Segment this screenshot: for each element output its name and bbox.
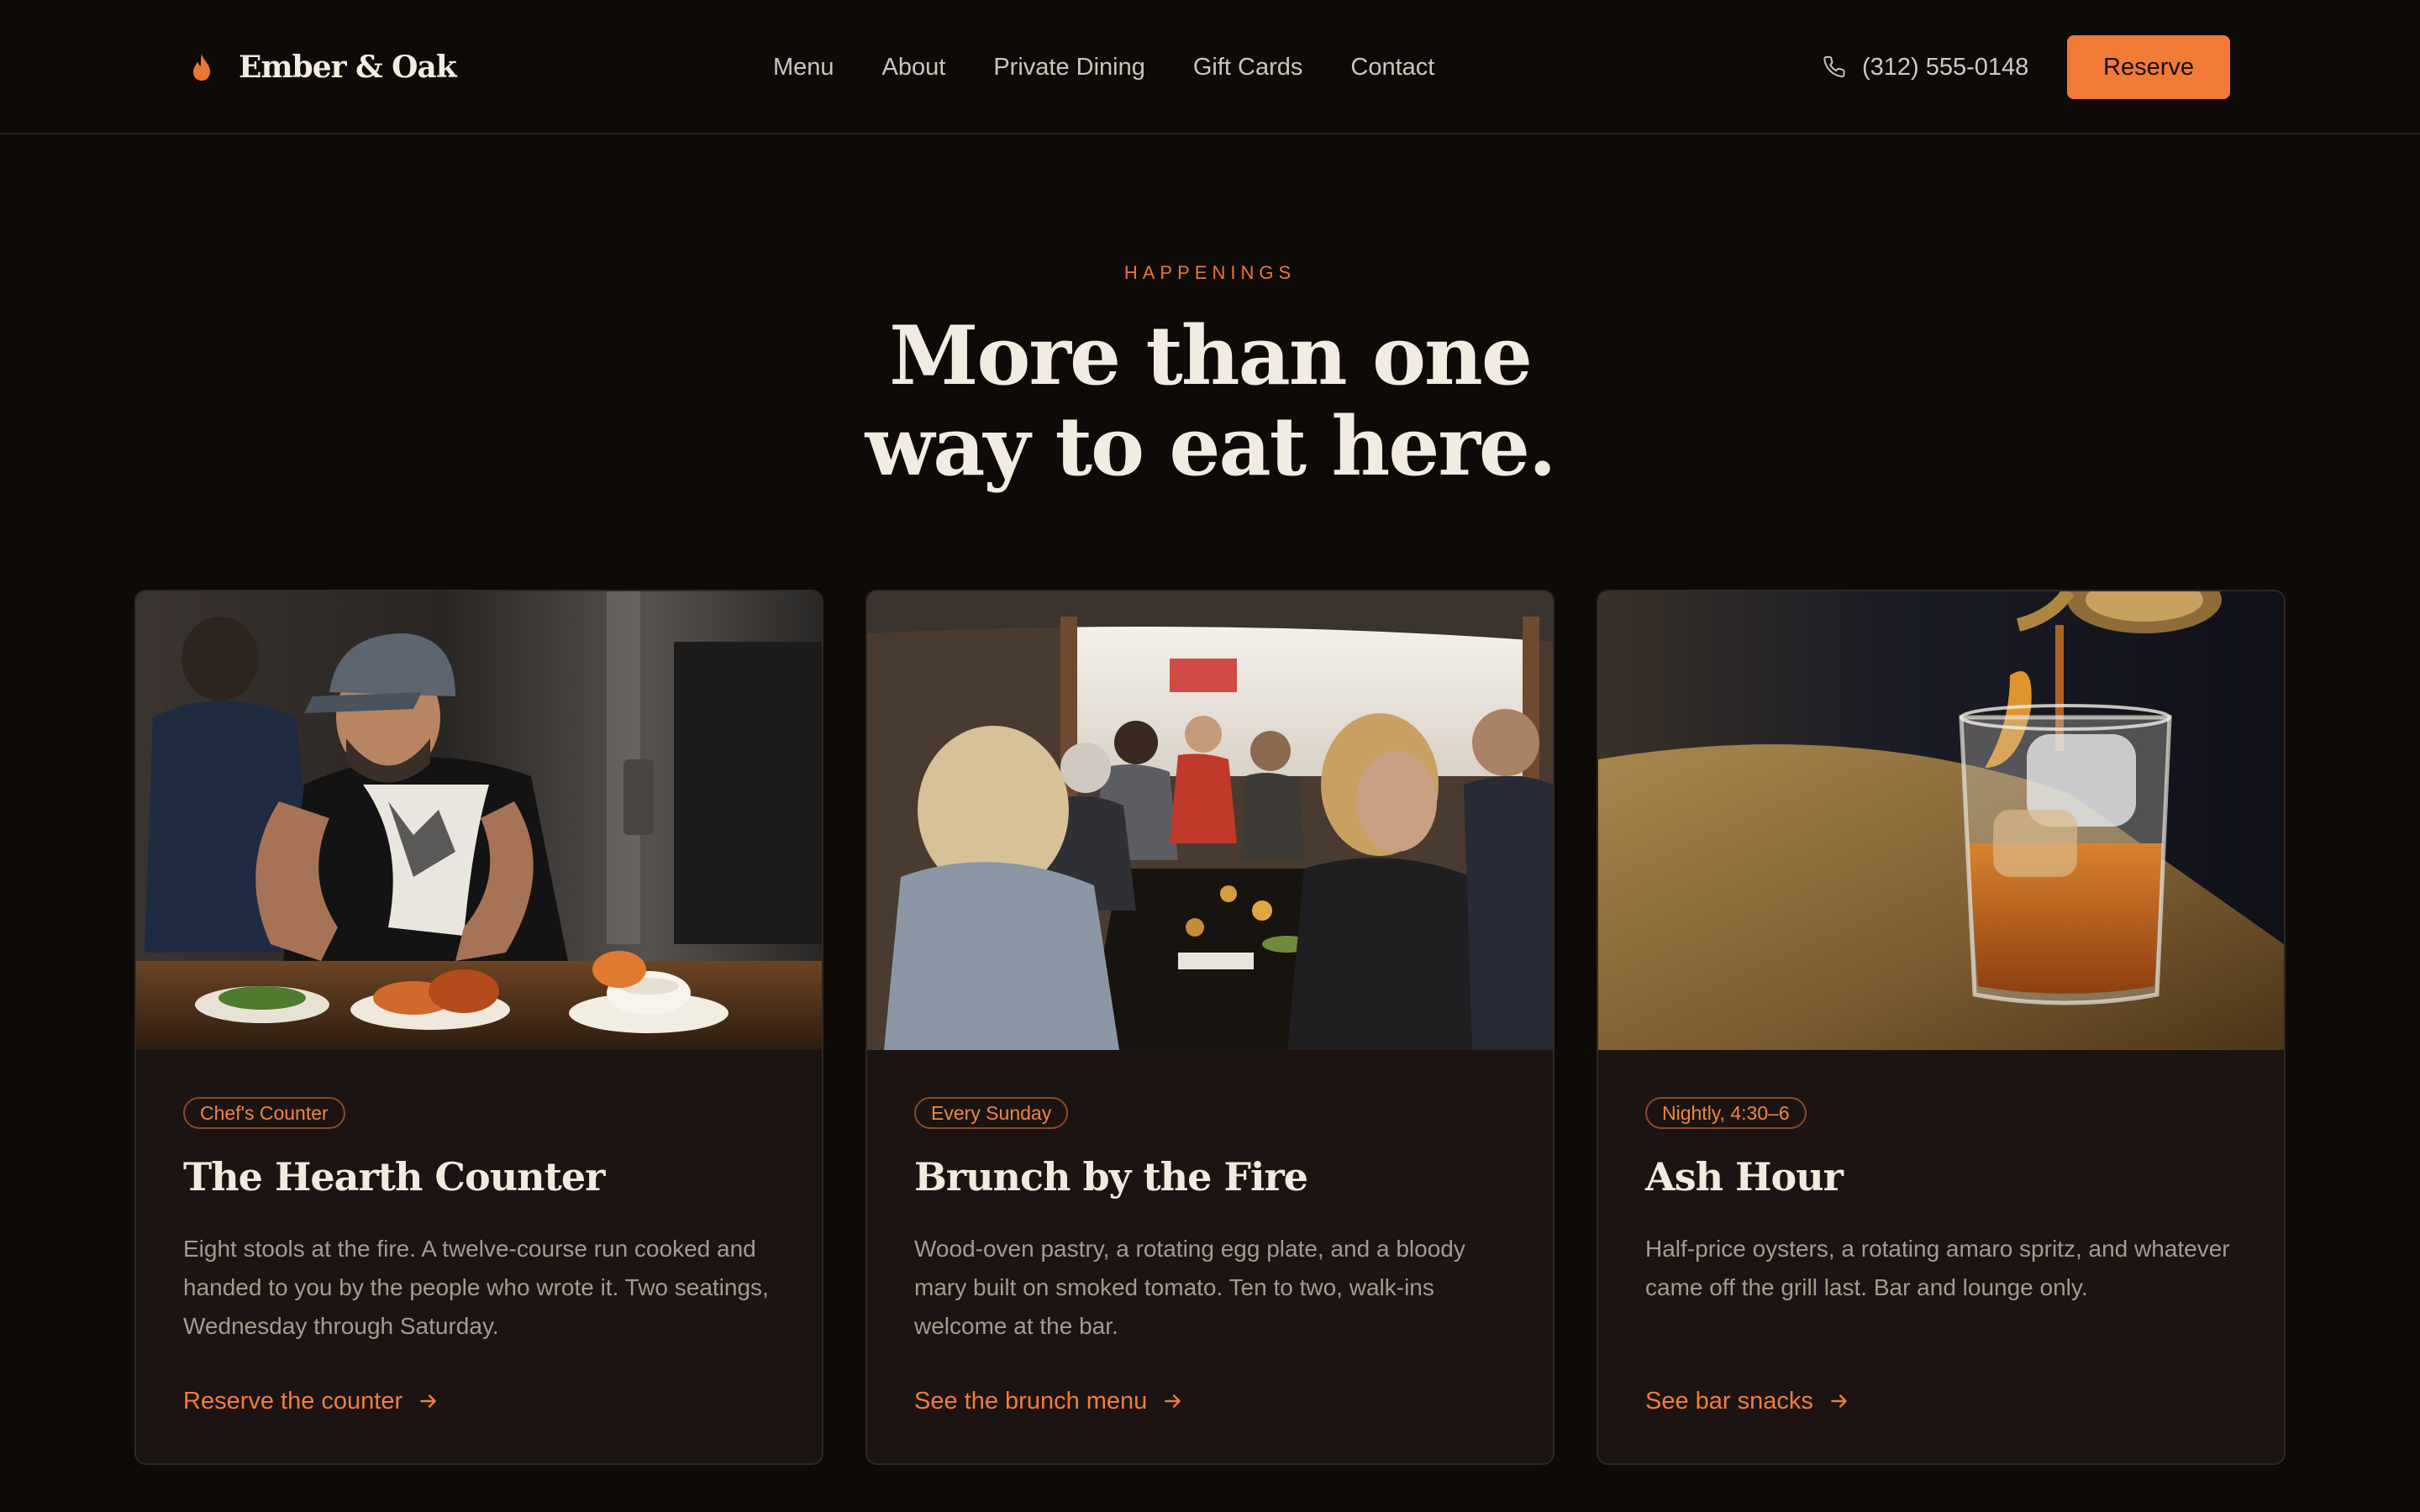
site-header: Ember & Oak Menu About Private Dining Gi… (0, 0, 2420, 134)
card-description: Half-price oysters, a rotating amaro spr… (1645, 1236, 2230, 1300)
phone-icon (1823, 55, 1845, 78)
nav-link-menu[interactable]: Menu (773, 54, 834, 81)
flame-icon (193, 54, 210, 81)
nav-link-contact[interactable]: Contact (1350, 54, 1434, 81)
section-eyebrow: HAPPENINGS (1123, 262, 1297, 283)
reserve-counter-link[interactable]: Reserve the counter (183, 1384, 439, 1418)
card-title: The Hearth Counter (183, 1154, 605, 1200)
arrow-right-icon (1831, 1394, 1847, 1408)
arrow-right-icon (1165, 1394, 1181, 1408)
phone-link[interactable]: (312) 555-0148 (1823, 47, 2028, 87)
main-nav: Menu About Private Dining Gift Cards Con… (773, 47, 1434, 87)
card-link-label: See bar snacks (1645, 1387, 1813, 1415)
card-title: Brunch by the Fire (914, 1154, 1308, 1200)
card-brunch-by-the-fire: Every Sunday Brunch by the Fire Wood-ove… (865, 590, 1555, 1465)
arrow-right-icon (420, 1394, 436, 1408)
brand-name: Ember & Oak (239, 50, 457, 85)
card-description: Eight stools at the fire. A twelve-cours… (183, 1236, 769, 1339)
chef-plating-photo (136, 591, 822, 1050)
card-title: Ash Hour (1645, 1154, 1844, 1200)
card-link-label: See the brunch menu (914, 1387, 1148, 1415)
card-badge: Nightly, 4:30–6 (1645, 1097, 1807, 1129)
nav-link-gift-cards[interactable]: Gift Cards (1193, 54, 1303, 81)
bar-snacks-link[interactable]: See bar snacks (1645, 1384, 1850, 1418)
phone-number: (312) 555-0148 (1862, 53, 2029, 81)
section-title-line-1: More than one (889, 308, 1533, 403)
card-ash-hour: Nightly, 4:30–6 Ash Hour Half-price oyst… (1597, 590, 2286, 1465)
brunch-menu-link[interactable]: See the brunch menu (914, 1384, 1184, 1418)
card-hearth-counter: Chef's Counter The Hearth Counter Eight … (134, 590, 823, 1465)
section-title: More than one way to eat here. (0, 311, 2420, 492)
brand-logo[interactable]: Ember & Oak (190, 44, 457, 91)
nav-link-private-dining[interactable]: Private Dining (993, 54, 1145, 81)
brunch-crowd-photo (867, 591, 1553, 1050)
card-link-label: Reserve the counter (183, 1387, 403, 1415)
nav-link-about[interactable]: About (882, 54, 946, 81)
reserve-button[interactable]: Reserve (2067, 35, 2230, 99)
cocktail-pour-photo (1598, 591, 2284, 1050)
card-description: Wood-oven pastry, a rotating egg plate, … (914, 1236, 1465, 1339)
card-badge: Every Sunday (914, 1097, 1069, 1129)
section-title-line-2: way to eat here. (865, 399, 1557, 494)
card-badge: Chef's Counter (183, 1097, 345, 1129)
